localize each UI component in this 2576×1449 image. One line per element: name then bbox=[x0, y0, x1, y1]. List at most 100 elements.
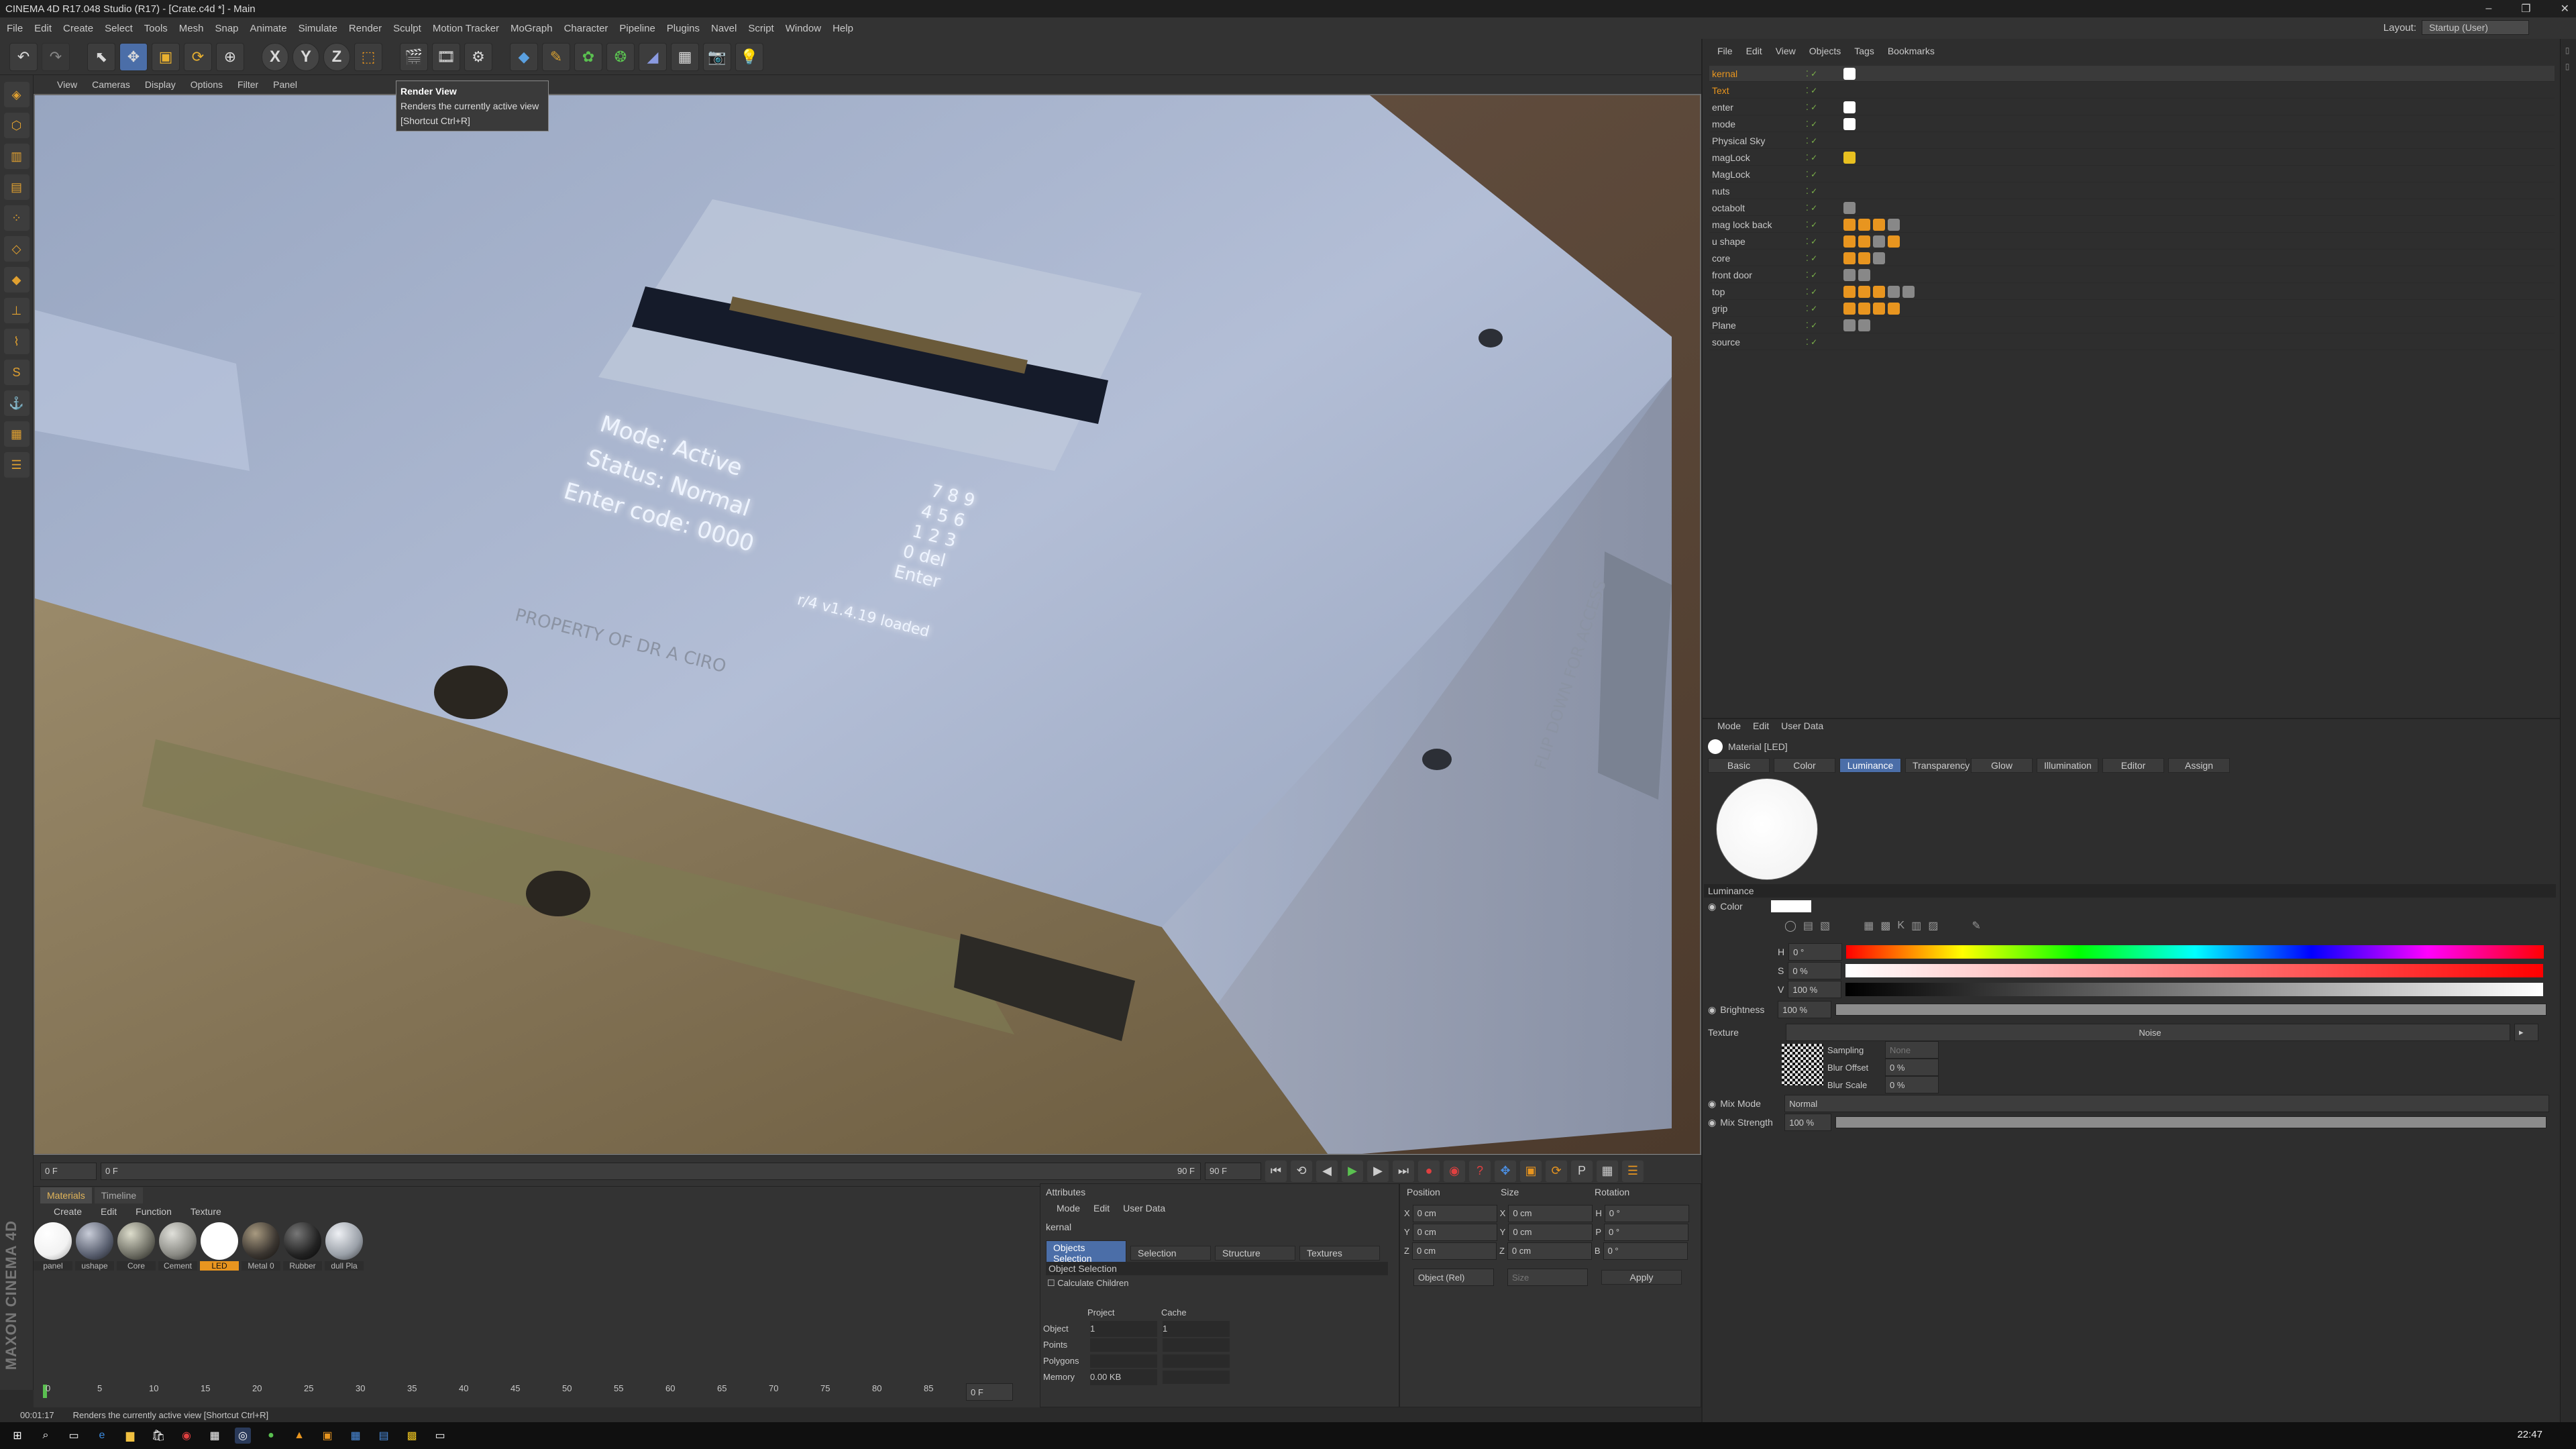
menu-window[interactable]: Window bbox=[786, 23, 821, 34]
app-icon[interactable]: ▦ bbox=[347, 1428, 364, 1444]
material-tag-icon[interactable] bbox=[1843, 285, 1856, 298]
recent-tool-icon[interactable]: ⊕ bbox=[216, 42, 244, 71]
object-row[interactable]: octabolt ⁚ ✓ bbox=[1709, 200, 2555, 216]
task-view-icon[interactable]: ▭ bbox=[66, 1428, 82, 1444]
redo-icon[interactable]: ↷ bbox=[42, 42, 70, 71]
om-menu-tags[interactable]: Tags bbox=[1854, 46, 1874, 56]
next-frame-icon[interactable]: ▶ bbox=[1367, 1160, 1389, 1182]
om-menu-file[interactable]: File bbox=[1717, 46, 1733, 56]
vp-menu-options[interactable]: Options bbox=[191, 79, 223, 90]
position-z-field[interactable]: 0 cm bbox=[1411, 1242, 1497, 1260]
undo-icon[interactable]: ↶ bbox=[9, 42, 38, 71]
deformer-icon[interactable]: ◢ bbox=[639, 42, 667, 71]
menu-file[interactable]: File bbox=[7, 23, 23, 34]
radio-icon[interactable]: ◉ bbox=[1708, 901, 1716, 912]
pen-spline-icon[interactable]: ✎ bbox=[542, 42, 570, 71]
material-swatch[interactable]: Rubber bbox=[283, 1222, 322, 1271]
blur-scale-field[interactable]: 0 % bbox=[1885, 1076, 1939, 1093]
object-row[interactable]: Plane ⁚ ✓ bbox=[1709, 317, 2555, 333]
h-field[interactable]: 0 ° bbox=[1788, 943, 1843, 961]
vp-menu-cameras[interactable]: Cameras bbox=[92, 79, 130, 90]
timeline-menu-icon[interactable]: ☰ bbox=[1622, 1160, 1644, 1182]
material-swatch[interactable]: Cement bbox=[158, 1222, 197, 1271]
menu-animate[interactable]: Animate bbox=[250, 23, 287, 34]
material-tag-icon[interactable] bbox=[1843, 302, 1856, 315]
visibility-toggle-icon[interactable]: ⁚ ✓ bbox=[1806, 86, 1833, 95]
material-swatch[interactable]: Core bbox=[117, 1222, 156, 1271]
material-tag-icon[interactable] bbox=[1843, 117, 1856, 130]
rgb-icon[interactable]: ▦ bbox=[1864, 919, 1874, 932]
object-row[interactable]: Physical Sky ⁚ ✓ bbox=[1709, 133, 2555, 149]
radio-icon[interactable]: ◉ bbox=[1708, 1004, 1716, 1016]
material-tag-icon[interactable] bbox=[1858, 252, 1870, 264]
material-tag-icon[interactable] bbox=[1843, 268, 1856, 281]
solo-icon[interactable]: ⚓ bbox=[3, 390, 30, 416]
calculator-icon[interactable]: ▦ bbox=[207, 1428, 223, 1444]
position-x-field[interactable]: 0 cm bbox=[1412, 1205, 1497, 1222]
material-tag-icon[interactable] bbox=[1902, 285, 1915, 298]
material-tag-icon[interactable] bbox=[1858, 319, 1870, 331]
material-tag-icon[interactable] bbox=[1843, 319, 1856, 331]
material-tag-icon[interactable] bbox=[1858, 268, 1870, 281]
mix-strength-slider[interactable] bbox=[1835, 1116, 2547, 1128]
visibility-toggle-icon[interactable]: ⁚ ✓ bbox=[1806, 170, 1833, 179]
app-icon[interactable]: ▲ bbox=[291, 1428, 307, 1444]
menu-render[interactable]: Render bbox=[349, 23, 382, 34]
snap-icon[interactable]: S bbox=[3, 360, 30, 385]
move-key-icon[interactable]: ✥ bbox=[1495, 1160, 1516, 1182]
edge-browser-icon[interactable]: e bbox=[94, 1428, 110, 1444]
position-y-field[interactable]: 0 cm bbox=[1412, 1224, 1497, 1241]
tab-materials[interactable]: Materials bbox=[40, 1187, 92, 1203]
material-tag-icon[interactable] bbox=[1873, 235, 1885, 248]
tab-selection[interactable]: Selection bbox=[1130, 1246, 1211, 1260]
object-row[interactable]: mode ⁚ ✓ bbox=[1709, 116, 2555, 132]
om-menu-view[interactable]: View bbox=[1776, 46, 1796, 56]
material-tag-icon[interactable] bbox=[1858, 235, 1870, 248]
app-icon[interactable]: ▭ bbox=[432, 1428, 448, 1444]
tab-illumination[interactable]: Illumination bbox=[2037, 758, 2098, 773]
eyedropper-icon[interactable]: ✎ bbox=[1972, 919, 1980, 932]
menu-edit[interactable]: Edit bbox=[34, 23, 52, 34]
material-swatch[interactable]: dull Pla bbox=[325, 1222, 364, 1271]
material-tag-icon[interactable] bbox=[1873, 252, 1885, 264]
app-icon[interactable]: ▤ bbox=[376, 1428, 392, 1444]
play-icon[interactable]: ▶ bbox=[1342, 1160, 1363, 1182]
edges-mode-icon[interactable]: ◇ bbox=[3, 236, 30, 262]
material-tag-icon[interactable] bbox=[1843, 201, 1856, 214]
sampling-dropdown[interactable]: None bbox=[1885, 1041, 1939, 1059]
start-frame-field[interactable]: 0 F bbox=[40, 1162, 97, 1180]
attr-menu-mode[interactable]: Mode bbox=[1057, 1203, 1080, 1214]
material-swatch[interactable]: Metal 0 bbox=[241, 1222, 280, 1271]
material-tag-icon[interactable] bbox=[1858, 302, 1870, 315]
material-tag-icon[interactable] bbox=[1843, 235, 1856, 248]
visibility-toggle-icon[interactable]: ⁚ ✓ bbox=[1806, 186, 1833, 196]
rotate-key-icon[interactable]: ⟳ bbox=[1546, 1160, 1567, 1182]
texture-shader-button[interactable]: Noise bbox=[1786, 1024, 2510, 1041]
app-icon[interactable]: ● bbox=[263, 1428, 279, 1444]
material-swatch-selected[interactable]: LED bbox=[200, 1222, 239, 1271]
end-frame-field[interactable]: 90 F bbox=[1205, 1162, 1261, 1180]
menu-select[interactable]: Select bbox=[105, 23, 133, 34]
am-menu-userdata[interactable]: User Data bbox=[1781, 720, 1823, 731]
vp-menu-filter[interactable]: Filter bbox=[237, 79, 258, 90]
render-picture-viewer-icon[interactable]: 🎞 bbox=[432, 42, 460, 71]
menu-plugins[interactable]: Plugins bbox=[667, 23, 700, 34]
material-tag-icon[interactable] bbox=[1888, 218, 1900, 231]
object-row[interactable]: enter ⁚ ✓ bbox=[1709, 99, 2555, 115]
om-menu-edit[interactable]: Edit bbox=[1746, 46, 1762, 56]
frame-ruler[interactable]: 0510152025303540455055606570758085900 F bbox=[40, 1382, 1033, 1401]
keyframe-selection-icon[interactable]: ? bbox=[1469, 1160, 1491, 1182]
hue-slider[interactable] bbox=[1846, 945, 2544, 959]
am-menu-edit[interactable]: Edit bbox=[1753, 720, 1769, 731]
menu-simulate[interactable]: Simulate bbox=[299, 23, 337, 34]
minimize-button[interactable]: – bbox=[2485, 3, 2491, 15]
om-menu-bookmarks[interactable]: Bookmarks bbox=[1888, 46, 1935, 56]
radio-icon[interactable]: ◉ bbox=[1708, 1098, 1716, 1110]
material-tag-icon[interactable] bbox=[1843, 67, 1856, 80]
object-row[interactable]: mag lock back ⁚ ✓ bbox=[1709, 217, 2555, 233]
polygons-mode-icon[interactable]: ◆ bbox=[3, 267, 30, 292]
object-row[interactable]: core ⁚ ✓ bbox=[1709, 250, 2555, 266]
size-mode-dropdown[interactable]: Size bbox=[1507, 1269, 1588, 1286]
spectrum-icon[interactable]: ▤ bbox=[1803, 919, 1813, 932]
menu-tools[interactable]: Tools bbox=[144, 23, 168, 34]
